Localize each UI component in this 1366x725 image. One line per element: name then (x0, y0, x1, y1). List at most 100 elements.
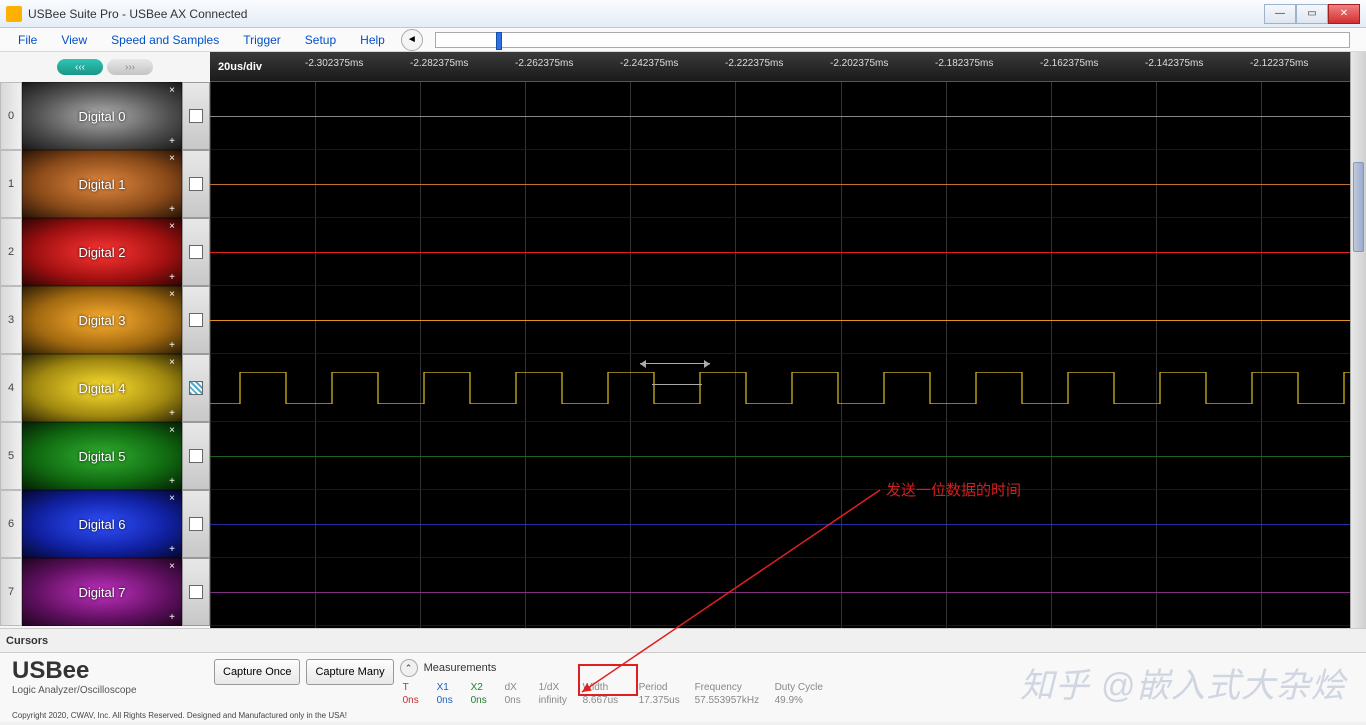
channel-checkbox[interactable] (189, 381, 203, 395)
channel-row-4: 4 × Digital 4 + (0, 354, 210, 422)
channel-toggle[interactable] (182, 218, 210, 286)
maximize-button[interactable]: ▭ (1296, 4, 1328, 24)
time-slider[interactable] (435, 32, 1350, 48)
menu-trigger[interactable]: Trigger (233, 31, 291, 49)
channel-block[interactable]: × Digital 6 + (22, 490, 182, 558)
pill-prev[interactable]: ‹‹‹ (57, 59, 103, 75)
channel-add-icon[interactable]: + (169, 204, 175, 215)
menu-setup[interactable]: Setup (295, 31, 346, 49)
channel-add-icon[interactable]: + (169, 476, 175, 487)
nav-prev-button[interactable]: ◄ (401, 29, 423, 51)
flat-signal (210, 456, 1366, 457)
measurements-collapse-button[interactable]: ⌃ (400, 659, 418, 677)
menu-view[interactable]: View (51, 31, 97, 49)
tick: -2.142375ms (1145, 58, 1203, 69)
channel-add-icon[interactable]: + (169, 408, 175, 419)
waveform-lane-0 (210, 82, 1366, 150)
titlebar: USBee Suite Pro - USBee AX Connected — ▭… (0, 0, 1366, 28)
waveform-lane-2 (210, 218, 1366, 286)
channel-close-icon[interactable]: × (169, 425, 175, 436)
channel-add-icon[interactable]: + (169, 544, 175, 555)
channel-block[interactable]: × Digital 5 + (22, 422, 182, 490)
copyright-text: Copyright 2020, CWAV, Inc. All Rights Re… (12, 711, 347, 720)
meas-val-x1: 0ns (434, 694, 468, 707)
channel-toggle[interactable] (182, 422, 210, 490)
channel-name: Digital 3 (79, 313, 126, 328)
flat-signal (210, 320, 1366, 321)
meas-hd-period: Period (636, 681, 692, 694)
channel-close-icon[interactable]: × (169, 493, 175, 504)
channel-toggle[interactable] (182, 150, 210, 218)
channel-add-icon[interactable]: + (169, 136, 175, 147)
channel-checkbox[interactable] (189, 313, 203, 327)
waveform-area[interactable]: 20us/div -2.302375ms-2.282375ms-2.262375… (210, 52, 1366, 628)
measurements-panel: ⌃ Measurements T X1 X2 dX 1/dX Width Per… (400, 659, 1362, 707)
meas-val-x2: 0ns (468, 694, 502, 707)
menu-help[interactable]: Help (350, 31, 395, 49)
channel-checkbox[interactable] (189, 449, 203, 463)
close-button[interactable]: ✕ (1328, 4, 1360, 24)
minimize-button[interactable]: — (1264, 4, 1296, 24)
channel-add-icon[interactable]: + (169, 612, 175, 623)
menu-file[interactable]: File (8, 31, 47, 49)
channel-add-icon[interactable]: + (169, 340, 175, 351)
channel-toggle[interactable] (182, 354, 210, 422)
tick: -2.302375ms (305, 58, 363, 69)
channel-block[interactable]: × Digital 3 + (22, 286, 182, 354)
channel-block[interactable]: × Digital 4 + (22, 354, 182, 422)
channel-block[interactable]: × Digital 1 + (22, 150, 182, 218)
channel-toggle[interactable] (182, 490, 210, 558)
measurements-label: Measurements (424, 662, 497, 674)
channel-checkbox[interactable] (189, 177, 203, 191)
channel-index: 1 (0, 150, 22, 218)
channel-close-icon[interactable]: × (169, 221, 175, 232)
channel-row-7: 7 × Digital 7 + (0, 558, 210, 626)
waveform-lane-1 (210, 150, 1366, 218)
cursors-label: Cursors (6, 635, 48, 647)
capture-once-button[interactable]: Capture Once (214, 659, 300, 685)
channel-name: Digital 6 (79, 517, 126, 532)
channel-index: 6 (0, 490, 22, 558)
channel-toggle[interactable] (182, 82, 210, 150)
menu-speed[interactable]: Speed and Samples (101, 31, 229, 49)
tick: -2.202375ms (830, 58, 888, 69)
channel-block[interactable]: × Digital 7 + (22, 558, 182, 626)
brand-subtitle: Logic Analyzer/Oscilloscope (12, 685, 198, 696)
pill-next[interactable]: ››› (107, 59, 153, 75)
channel-block[interactable]: × Digital 2 + (22, 218, 182, 286)
tick: -2.242375ms (620, 58, 678, 69)
waveform-lanes (210, 82, 1366, 628)
nav-pills: ‹‹‹ ››› (0, 52, 210, 82)
channel-row-5: 5 × Digital 5 + (0, 422, 210, 490)
meas-val-period: 17.375us (636, 694, 692, 707)
tick: -2.162375ms (1040, 58, 1098, 69)
scrollbar-thumb[interactable] (1353, 162, 1364, 252)
vertical-scrollbar[interactable] (1350, 52, 1366, 628)
channel-block[interactable]: × Digital 0 + (22, 82, 182, 150)
channel-close-icon[interactable]: × (169, 561, 175, 572)
channel-checkbox[interactable] (189, 245, 203, 259)
channel-row-1: 1 × Digital 1 + (0, 150, 210, 218)
channel-checkbox[interactable] (189, 585, 203, 599)
time-slider-thumb[interactable] (496, 32, 502, 50)
square-wave (210, 372, 1366, 404)
channel-close-icon[interactable]: × (169, 85, 175, 96)
channel-checkbox[interactable] (189, 517, 203, 531)
measurement-marker-mid (652, 384, 702, 388)
meas-hd-freq: Frequency (692, 681, 772, 694)
channel-close-icon[interactable]: × (169, 153, 175, 164)
channel-name: Digital 7 (79, 585, 126, 600)
capture-many-button[interactable]: Capture Many (306, 659, 393, 685)
flat-signal (210, 184, 1366, 185)
waveform-lane-5 (210, 422, 1366, 490)
channel-name: Digital 1 (79, 177, 126, 192)
channel-close-icon[interactable]: × (169, 357, 175, 368)
timeline-ticks: -2.302375ms-2.282375ms-2.262375ms-2.2423… (210, 52, 1366, 81)
channel-row-6: 6 × Digital 6 + (0, 490, 210, 558)
waveform-lane-7 (210, 558, 1366, 626)
channel-add-icon[interactable]: + (169, 272, 175, 283)
channel-close-icon[interactable]: × (169, 289, 175, 300)
channel-toggle[interactable] (182, 286, 210, 354)
channel-toggle[interactable] (182, 558, 210, 626)
channel-checkbox[interactable] (189, 109, 203, 123)
